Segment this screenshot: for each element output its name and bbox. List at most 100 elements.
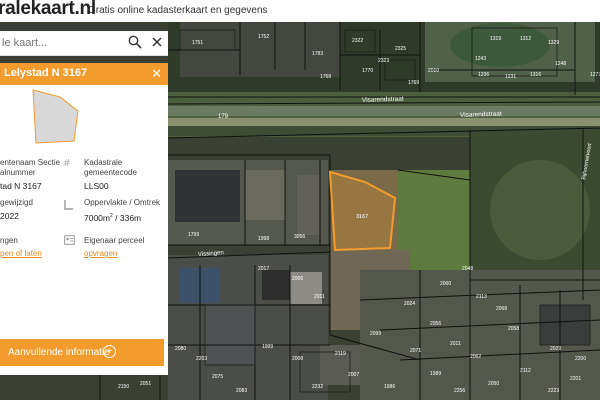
parcel-number: 1752 [258,34,269,40]
parcel-number: 2011 [314,294,325,300]
perimeter-value: / 336m [115,212,142,223]
parcel-number: 2010 [428,68,439,74]
parcel-number: 2223 [548,388,559,394]
parcel-number: 1277 [590,72,600,78]
parcel-number: 2083 [236,388,247,394]
close-icon[interactable] [151,35,167,51]
parcel-number: 2150 [118,384,129,390]
top-bar: ralekaart.nl Gratis online kadasterkaart… [0,0,600,22]
parcel-number: 2068 [496,306,507,312]
parcel-number: 2256 [454,388,465,394]
parcel-number: 2200 [575,356,586,362]
kadastrale-value: LLS00 [84,181,109,191]
parcel-number: 2050 [488,381,499,387]
parcel-number: 2075 [212,374,223,380]
gewijzigd-field: gewijzigd 2022 [0,198,33,221]
parcel-number: 2056 [430,321,441,327]
parcel-number: 1312 [520,36,531,42]
parcel-number: 2024 [404,301,415,307]
road-label-a-num: 179 [218,114,229,120]
bouw-field: ngen pen of laten [0,236,42,259]
parcel-number: 1248 [555,61,566,67]
panel-header: Lelystad N 3167 ✕ [0,63,168,85]
parcel-number: 2006 [292,276,303,282]
parcel-number: 2011 [450,341,461,347]
parcel-number: 1236 [478,72,489,78]
parcel-number: 2007 [348,372,359,378]
eigenaar-link[interactable]: opvragen [84,249,144,259]
parcel-number: 1231 [505,74,516,80]
kadastrale-label-2: gemeentecode [84,168,137,177]
parcel-number: 2203 [196,356,207,362]
id-card-icon [64,235,75,248]
tagline: Gratis online kadasterkaart en gegevens [88,5,268,16]
oppervlakte-field: Oppervlakte / Omtrek 7000m2 / 336m [84,198,160,223]
parcel-number: 2029 [550,346,561,352]
parcel-number: 2113 [476,294,487,300]
hash-icon: # [64,158,70,169]
parcel-number: 2323 [378,58,389,64]
aanvullende-informatie-button[interactable]: Aanvullende informatie + [0,339,164,366]
parcel-number: 2119 [335,351,346,357]
search-icon[interactable] [128,35,144,51]
parcel-number: 3056 [294,234,305,240]
parcel-number: 2058 [508,326,519,332]
parcel-number: 2099 [370,331,381,337]
area-unit-sup: 2 [110,213,113,219]
gemeente-label-2: alnummer [0,168,36,177]
bouw-label: ngen [0,236,18,245]
plus-circle-icon: + [103,345,116,358]
parcel-number: 1999 [262,344,273,350]
parcel-number: 2017 [258,266,269,272]
parcel-number: 2048 [462,266,473,272]
parcel-number: 1769 [408,80,419,86]
parcel-number: 1329 [548,40,559,46]
gemeente-label-1: entenaam Sectie [0,158,61,167]
parcel-number: 2201 [570,376,581,382]
parcel-number: 1783 [312,51,323,57]
parcel-number: 1998 [258,236,269,242]
gemeente-value: tad N 3167 [0,181,42,191]
eigenaar-field: Eigenaar perceel opvragen [84,236,144,259]
parcel-number: 1989 [430,371,441,377]
gewijzigd-value: 2022 [0,211,19,221]
parcel-number: 1316 [530,72,541,78]
parcel-number: 1319 [490,36,501,42]
parcel-number: 2062 [470,354,481,360]
parcel-shape-thumbnail [30,87,82,145]
gemeente-field: entenaam Sectie alnummer tad N 3167 [0,158,60,191]
parcel-number: 1770 [362,68,373,74]
area-value: 7000m [84,212,110,223]
area-icon [64,200,73,213]
parcel-number: 1986 [384,384,395,390]
parcel-number: 2008 [292,356,303,362]
panel-close-icon[interactable]: ✕ [151,66,162,82]
parcel-number: 1751 [192,40,203,46]
kadastrale-field: Kadastrale gemeentecode LLS00 [84,158,137,191]
parcel-number: 2232 [312,384,323,390]
search-input[interactable] [0,31,122,55]
parcel-info-panel: Lelystad N 3167 ✕ entenaam Sectie alnumm… [0,63,168,375]
parcel-number: 2051 [140,381,151,387]
cta-label: Aanvullende informatie [8,347,110,358]
parcel-number: 1243 [475,56,486,62]
road-label-a: Visarendstraat [362,96,404,104]
parcel-number: 2080 [175,346,186,352]
parcel-number: 1799 [188,232,199,238]
search-bar [0,31,168,56]
kadastrale-label-1: Kadastrale [84,158,123,167]
brand-logo[interactable]: ralekaart.nl [0,0,96,20]
parcel-number: 2000 [440,281,451,287]
parcel-number: 1768 [320,74,331,80]
parcel-number: 2322 [352,38,363,44]
parcel-number: 2112 [520,368,531,374]
brand-name: ralekaart [0,0,75,19]
parcel-number: 2325 [395,46,406,52]
panel-title: Lelystad N 3167 [4,67,88,79]
road-label-b: Visarendstraat [460,111,502,119]
gewijzigd-label: gewijzigd [0,198,33,207]
parcel-number: 2071 [410,348,421,354]
oppervlakte-value: 7000m2 / 336m [84,211,160,223]
bouw-link[interactable]: pen of laten [0,249,42,259]
oppervlakte-label: Oppervlakte / Omtrek [84,198,161,207]
